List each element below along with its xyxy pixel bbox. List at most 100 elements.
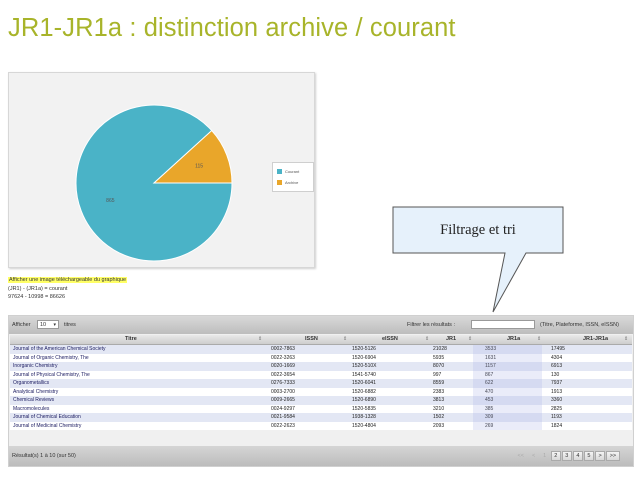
pager-page-3[interactable]: 3 (561, 451, 572, 461)
cell-title: Inorganic Chemistry (13, 363, 58, 369)
cell-jr1-jr1a: 7937 (551, 380, 563, 386)
sort-icon[interactable]: ⇕ (624, 336, 628, 342)
cell-eissn: 1520-6041 (352, 380, 376, 386)
pager-page-2[interactable]: 2 (550, 451, 561, 461)
cell-jr1a: 470 (485, 388, 494, 395)
filter-label: Filtrer les résultats : (407, 322, 455, 328)
cell-jr1-jr1a: 130 (551, 371, 560, 378)
cell-eissn: 1520-5835 (352, 405, 376, 412)
cell-title: Analytical Chemistry (13, 388, 59, 395)
calculation-text: 97624 - 10998 = 86626 (8, 294, 66, 300)
sort-icon[interactable]: ⇕ (468, 336, 472, 342)
table-row: Journal of Chemical Education 0021-9584 … (10, 413, 632, 422)
cell-eissn: 1520-510X (352, 363, 377, 369)
column-header-jr1a[interactable]: JR1a (507, 336, 520, 342)
pager-last-button[interactable]: >> (606, 451, 620, 461)
pager-first-button[interactable]: << (514, 451, 527, 461)
filter-input[interactable] (471, 320, 535, 329)
cell-jr1-jr1a: 4304 (551, 354, 563, 361)
cell-jr1a: 622 (485, 380, 494, 386)
table-row: Journal of Organic Chemistry, The 0022-3… (10, 353, 632, 362)
cell-jr1-jr1a: 17495 (551, 346, 565, 352)
sort-icon[interactable]: ⇕ (425, 336, 429, 342)
column-header-issn[interactable]: ISSN (305, 336, 318, 342)
table-header: Titre ⇕ ISSN ⇕ eISSN ⇕ JR1 ⇕ JR1a ⇕ JR1-… (10, 335, 632, 345)
cell-issn: 0009-2665 (271, 397, 295, 403)
cell-jr1a: 1157 (485, 363, 496, 369)
cell-jr1a: 1631 (485, 354, 497, 361)
table-row: Chemical Reviews 0009-2665 1520-6890 381… (10, 396, 632, 405)
pager-prev-button[interactable]: < (528, 451, 538, 461)
cell-jr1: 2093 (433, 422, 445, 429)
cell-eissn: 1520-6882 (352, 388, 376, 395)
cell-jr1-jr1a: 6913 (551, 363, 563, 369)
cell-jr1a: 269 (485, 422, 494, 429)
pagination: << < 1 2 3 4 5 > >> (513, 451, 620, 461)
cell-jr1-jr1a: 1913 (551, 388, 563, 395)
cell-title: Journal of Medicinal Chemistry (13, 422, 82, 429)
cell-issn: 0022-3654 (271, 371, 295, 378)
table-row: Organometallics 0276-7333 1520-6041 8559… (10, 379, 632, 388)
table-row: Macromolecules 0024-9297 1520-5835 3210 … (10, 404, 632, 413)
cell-title: Journal of Chemical Education (13, 414, 81, 420)
cell-issn: 0024-9297 (271, 405, 295, 412)
cell-jr1a: 453 (485, 397, 494, 403)
cell-jr1-jr1a: 3360 (551, 397, 563, 403)
cell-jr1: 2383 (433, 388, 445, 395)
cell-issn: 0021-9584 (271, 414, 295, 420)
cell-jr1a: 3533 (485, 346, 497, 352)
page-size-value: 10 (40, 322, 47, 328)
cell-jr1: 8559 (433, 380, 445, 386)
page-size-select[interactable]: 10 ▾ (37, 320, 59, 329)
titles-label: titres (64, 322, 76, 328)
table-row: Journal of Medicinal Chemistry 0022-2623… (10, 421, 632, 430)
chevron-down-icon: ▾ (53, 322, 56, 328)
download-chart-image-link[interactable]: Afficher une image téléchargeable du gra… (8, 277, 128, 283)
column-header-titre[interactable]: Titre (125, 336, 137, 342)
cell-jr1: 997 (433, 371, 442, 378)
cell-eissn: 1520-6904 (352, 354, 376, 361)
cell-title: Journal of the American Chemical Society (13, 346, 106, 352)
sort-icon[interactable]: ⇕ (537, 336, 541, 342)
cell-issn: 0022-2623 (271, 422, 295, 429)
cell-title: Organometallics (13, 380, 50, 386)
show-label: Afficher (12, 322, 31, 328)
table-row: Analytical Chemistry 0003-2700 1520-6882… (10, 387, 632, 396)
cell-jr1: 3813 (433, 397, 445, 403)
cell-issn: 0002-7863 (271, 346, 295, 352)
cell-jr1a: 385 (485, 405, 494, 412)
cell-issn: 0003-2700 (271, 388, 295, 395)
results-count: Résultat(s) 1 à 10 (sur 50) (12, 453, 76, 459)
table-row: Journal of Physical Chemistry, The 0022-… (10, 370, 632, 379)
table-toolbar: Afficher 10 ▾ titres Filtrer les résulta… (9, 316, 633, 334)
cell-issn: 0020-1669 (271, 363, 295, 369)
pager-page-1[interactable]: 1 (540, 451, 550, 461)
cell-issn: 0276-7333 (271, 380, 295, 386)
cell-title: Journal of Organic Chemistry, The (13, 354, 89, 361)
column-header-jr1-jr1a[interactable]: JR1-JR1a (583, 336, 608, 342)
cell-title: Journal of Physical Chemistry, The (13, 371, 90, 378)
pager-page-5[interactable]: 5 (583, 451, 594, 461)
cell-title: Chemical Reviews (13, 397, 55, 403)
cell-jr1-jr1a: 2825 (551, 405, 563, 412)
cell-issn: 0022-3263 (271, 354, 295, 361)
cell-jr1: 1502 (433, 414, 445, 420)
cell-jr1a: 309 (485, 414, 494, 420)
sort-icon[interactable]: ⇕ (343, 336, 347, 342)
cell-jr1: 3210 (433, 405, 445, 412)
cell-jr1: 8070 (433, 363, 445, 369)
cell-eissn: 1938-1328 (352, 414, 376, 420)
formula-text: (JR1) - (JR1a) = courant (8, 286, 68, 292)
cell-jr1: 21028 (433, 346, 447, 352)
pager-next-button[interactable]: > (594, 451, 606, 461)
cell-eissn: 1541-5740 (352, 371, 376, 378)
sort-icon[interactable]: ⇕ (258, 336, 262, 342)
cell-jr1-jr1a: 1824 (551, 422, 563, 429)
cell-jr1: 5935 (433, 354, 445, 361)
column-header-jr1[interactable]: JR1 (446, 336, 456, 342)
pager-page-4[interactable]: 4 (572, 451, 583, 461)
table-footer: Résultat(s) 1 à 10 (sur 50) << < 1 2 3 4… (9, 446, 633, 466)
column-header-eissn[interactable]: eISSN (382, 336, 398, 342)
cell-eissn: 1520-4804 (352, 422, 376, 429)
callout-text: Filtrage et tri (440, 222, 516, 238)
